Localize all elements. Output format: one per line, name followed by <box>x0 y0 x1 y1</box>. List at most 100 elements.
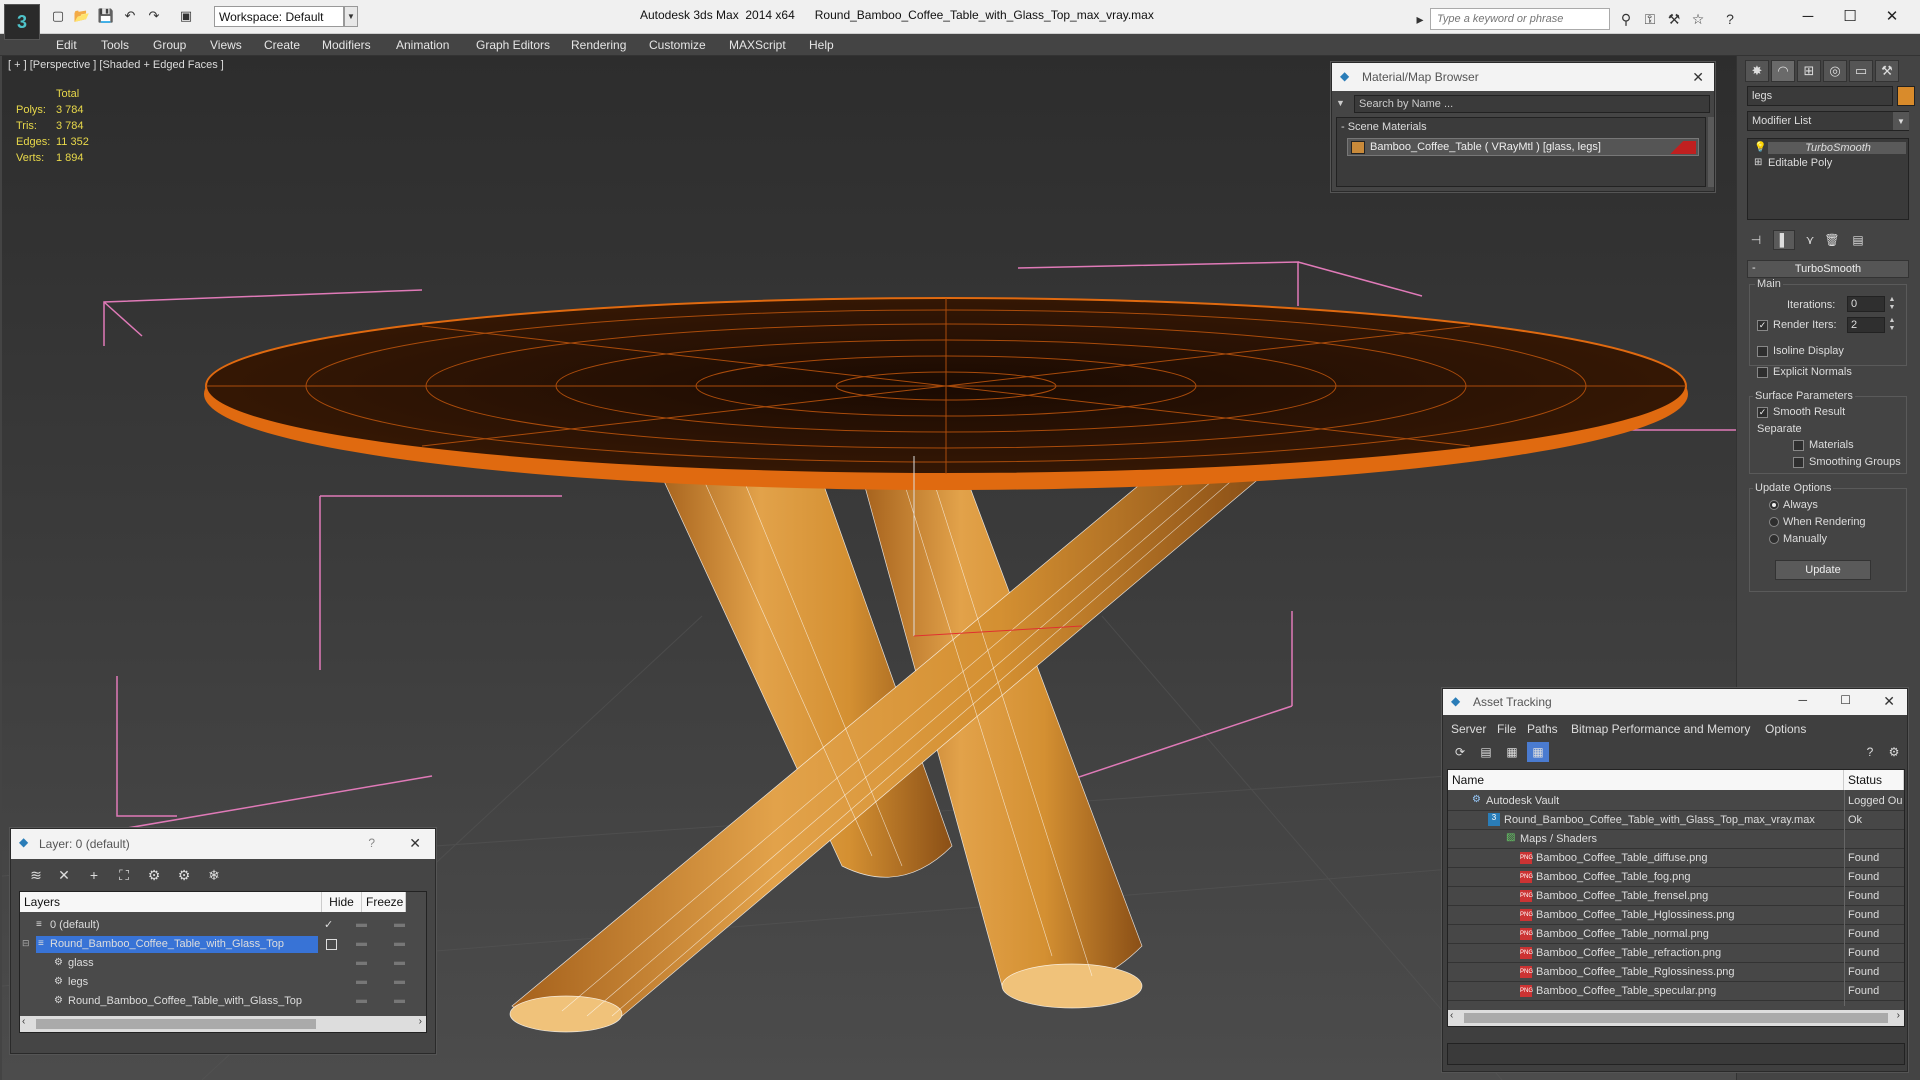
freeze-toggle[interactable]: ▬ <box>394 994 405 1006</box>
stack-item-turbosmooth[interactable]: TurboSmooth <box>1768 142 1906 154</box>
asset-row[interactable]: PNG Bamboo_Coffee_Table_refraction.png F… <box>1448 944 1904 963</box>
asset-row[interactable]: ▨ Maps / Shaders <box>1448 830 1904 849</box>
display-tab-icon[interactable]: ▭ <box>1849 60 1873 82</box>
freeze-column-header[interactable]: Freeze <box>362 892 406 912</box>
status-column-header[interactable]: Status <box>1844 770 1904 790</box>
new-file-icon[interactable]: ▢ <box>48 7 68 25</box>
project-folder-icon[interactable]: ▣ <box>176 7 196 25</box>
scrollbar[interactable] <box>1708 117 1714 187</box>
redo-icon[interactable]: ↷ <box>144 7 164 25</box>
menu-paths[interactable]: Paths <box>1527 722 1558 736</box>
highlight-layer-icon[interactable]: ⚙ <box>143 865 165 885</box>
workspace-dropdown[interactable]: Workspace: Default <box>214 6 344 27</box>
menu-bitmap-performance[interactable]: Bitmap Performance and Memory <box>1571 722 1750 736</box>
close-icon[interactable]: ✕ <box>409 835 421 852</box>
menu-maxscript[interactable]: MAXScript <box>729 38 786 52</box>
turbosmooth-rollout-header[interactable]: - TurboSmooth <box>1747 260 1909 278</box>
freeze-toggle[interactable]: ▬ <box>394 937 405 949</box>
hide-toggle[interactable]: ▬ <box>356 956 367 968</box>
smooth-result-checkbox[interactable]: ✓ <box>1757 407 1768 418</box>
hide-all-layers-icon[interactable]: ⚙ <box>173 865 195 885</box>
layers-column-header[interactable]: Layers <box>20 892 322 912</box>
maximize-button[interactable]: ☐ <box>1830 4 1870 28</box>
collapse-minus-icon[interactable]: - <box>1752 262 1756 274</box>
freeze-toggle[interactable]: ▬ <box>394 975 405 987</box>
menu-graph-editors[interactable]: Graph Editors <box>476 38 550 52</box>
lightbulb-icon[interactable]: 💡 <box>1754 142 1766 153</box>
layer-row[interactable]: ⚙ glass ▬ ▬ <box>20 954 406 973</box>
menu-options[interactable]: Options <box>1765 722 1806 736</box>
modifier-list-dropdown[interactable]: Modifier List <box>1747 111 1909 131</box>
hide-column-header[interactable]: Hide <box>322 892 362 912</box>
spinner-arrows-icon[interactable]: ▲ ▼ <box>1887 296 1897 312</box>
object-color-swatch[interactable] <box>1897 86 1915 106</box>
help-icon[interactable]: ? <box>368 836 375 850</box>
layer-row[interactable]: ≡ 0 (default) ✓ ▬ ▬ <box>20 916 406 935</box>
remove-modifier-icon[interactable]: 🗑 <box>1821 230 1843 250</box>
isoline-display-checkbox[interactable] <box>1757 346 1768 357</box>
expand-plus-icon[interactable]: ⊞ <box>1754 157 1762 168</box>
iterations-spinner[interactable]: 0 <box>1847 296 1885 312</box>
add-to-layer-icon[interactable]: + <box>83 865 105 885</box>
delete-layer-icon[interactable]: ✕ <box>53 865 75 885</box>
select-in-layer-icon[interactable]: ⛶ <box>113 865 135 885</box>
binoculars-icon[interactable]: ⚲ <box>1616 9 1636 29</box>
refresh-icon[interactable]: ⟳ <box>1449 742 1471 762</box>
favorites-star-icon[interactable]: ☆ <box>1688 9 1708 29</box>
list-view-icon[interactable]: ▤ <box>1475 742 1497 762</box>
menu-create[interactable]: Create <box>264 38 300 52</box>
app-logo[interactable]: 3 <box>4 4 40 40</box>
hide-toggle[interactable]: ▬ <box>356 994 367 1006</box>
asset-row[interactable]: ⚙ Autodesk Vault Logged Ou <box>1448 792 1904 811</box>
hide-toggle[interactable]: ▬ <box>356 975 367 987</box>
table-view-icon[interactable]: ▦ <box>1527 742 1549 762</box>
freeze-toggle[interactable]: ▬ <box>394 918 405 930</box>
configure-sets-icon[interactable]: ▤ <box>1847 230 1869 250</box>
asset-row[interactable]: PNG Bamboo_Coffee_Table_normal.png Found <box>1448 925 1904 944</box>
menu-file[interactable]: File <box>1497 722 1516 736</box>
stack-item-editable-poly[interactable]: Editable Poly <box>1768 157 1832 169</box>
open-file-icon[interactable]: 📂 <box>72 7 92 25</box>
menu-customize[interactable]: Customize <box>649 38 706 52</box>
close-icon[interactable]: ✕ <box>1883 693 1895 710</box>
menu-edit[interactable]: Edit <box>56 38 77 52</box>
asset-path-field[interactable] <box>1447 1043 1905 1065</box>
create-tab-icon[interactable]: ✸ <box>1745 60 1769 82</box>
freeze-toggle[interactable]: ▬ <box>394 956 405 968</box>
key-icon[interactable]: ⚿ <box>1640 9 1660 29</box>
horizontal-scrollbar[interactable]: ‹ › <box>20 1016 426 1032</box>
detail-view-icon[interactable]: ▦ <box>1501 742 1523 762</box>
search-input[interactable] <box>1430 8 1610 30</box>
create-layer-icon[interactable]: ≋ <box>25 865 47 885</box>
current-layer-box[interactable] <box>326 939 337 950</box>
update-button[interactable]: Update <box>1775 560 1871 580</box>
menu-rendering[interactable]: Rendering <box>571 38 626 52</box>
asset-row[interactable]: PNG Bamboo_Coffee_Table_fog.png Found <box>1448 868 1904 887</box>
horizontal-scrollbar[interactable]: ‹ › <box>1448 1010 1904 1026</box>
material-search-input[interactable]: Search by Name ... <box>1354 95 1710 113</box>
hierarchy-tab-icon[interactable]: ⊞ <box>1797 60 1821 82</box>
scroll-right-icon[interactable]: › <box>1897 1010 1900 1021</box>
chevron-down-icon[interactable]: ▼ <box>1893 112 1909 130</box>
separate-materials-checkbox[interactable] <box>1793 440 1804 451</box>
minimize-button[interactable]: ─ <box>1788 4 1828 28</box>
help-icon[interactable]: ? <box>1859 742 1881 762</box>
menu-animation[interactable]: Animation <box>396 38 449 52</box>
menu-group[interactable]: Group <box>153 38 186 52</box>
utilities-tab-icon[interactable]: ⚒ <box>1875 60 1899 82</box>
menu-help[interactable]: Help <box>809 38 834 52</box>
spinner-arrows-icon[interactable]: ▲ ▼ <box>1887 317 1897 333</box>
name-column-header[interactable]: Name <box>1448 770 1844 790</box>
scroll-left-icon[interactable]: ‹ <box>22 1016 25 1027</box>
object-name-field[interactable]: legs <box>1747 86 1893 106</box>
pin-stack-icon[interactable]: ⊣ <box>1745 230 1767 250</box>
layer-row[interactable]: ⚙ legs ▬ ▬ <box>20 973 406 992</box>
collapse-minus-icon[interactable]: ⊟ <box>22 938 30 949</box>
motion-tab-icon[interactable]: ◎ <box>1823 60 1847 82</box>
explicit-normals-checkbox[interactable] <box>1757 367 1768 378</box>
asset-row[interactable]: PNG Bamboo_Coffee_Table_Hglossiness.png … <box>1448 906 1904 925</box>
material-browser-header[interactable]: ◆ Material/Map Browser ✕ <box>1332 63 1714 91</box>
menu-server[interactable]: Server <box>1451 722 1486 736</box>
asset-row[interactable]: PNG Bamboo_Coffee_Table_frensel.png Foun… <box>1448 887 1904 906</box>
hide-toggle[interactable]: ▬ <box>356 918 367 930</box>
